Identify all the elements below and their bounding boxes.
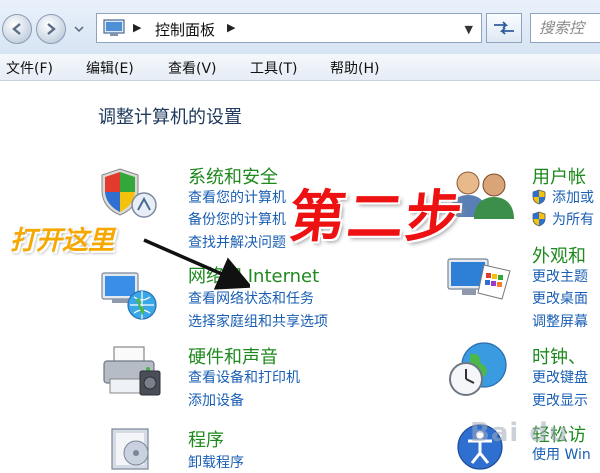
- link-add-user[interactable]: 添加或: [552, 187, 594, 207]
- breadcrumb-separator-icon[interactable]: ▶: [133, 21, 141, 34]
- refresh-button[interactable]: [486, 13, 522, 43]
- link-network-status[interactable]: 查看网络状态和任务: [188, 288, 314, 308]
- link-change-desktop[interactable]: 更改桌面: [532, 288, 588, 308]
- menu-view[interactable]: 查看(V): [168, 58, 217, 78]
- forward-button[interactable]: [36, 14, 66, 44]
- arrow-left-icon: [12, 23, 21, 35]
- control-panel-main: 调整计算机的设置 系统和安全 查看您的计算机 备份您的计算机 查找并解决问题 网…: [0, 81, 600, 473]
- link-adjust-screen[interactable]: 调整屏幕: [532, 311, 588, 331]
- breadcrumb-control-panel[interactable]: 控制面板: [155, 19, 215, 40]
- uac-shield-icon: [532, 189, 546, 205]
- category-user-accounts[interactable]: 用户帐: [532, 163, 586, 189]
- link-all-users[interactable]: 为所有: [552, 209, 594, 229]
- menu-file[interactable]: 文件(F): [6, 58, 53, 78]
- clock-globe-icon[interactable]: [444, 339, 516, 399]
- link-change-theme[interactable]: 更改主题: [532, 266, 588, 286]
- link-homegroup-sharing[interactable]: 选择家庭组和共享选项: [188, 311, 328, 331]
- search-box[interactable]: [530, 13, 600, 43]
- menu-edit[interactable]: 编辑(E): [86, 58, 134, 78]
- category-hardware-sound[interactable]: 硬件和声音: [188, 343, 278, 369]
- link-add-device[interactable]: 添加设备: [188, 390, 244, 410]
- address-dropdown-icon[interactable]: ▼: [465, 23, 473, 36]
- uac-shield-icon: [532, 211, 546, 227]
- category-appearance[interactable]: 外观和: [532, 242, 586, 268]
- address-toolbar: ▶ 控制面板 ▶ ▼: [0, 0, 600, 55]
- link-uninstall-program[interactable]: 卸载程序: [188, 452, 244, 472]
- open-here-annotation: 打开这里: [10, 226, 115, 256]
- link-change-keyboard[interactable]: 更改键盘: [532, 367, 588, 387]
- system-security-shield-icon[interactable]: [100, 165, 160, 221]
- refresh-icon: [494, 21, 514, 35]
- pointer-arrow-icon: [143, 238, 250, 290]
- menu-bar: 文件(F) 编辑(E) 查看(V) 工具(T) 帮助(H): [0, 54, 600, 81]
- control-panel-icon: [103, 19, 125, 36]
- watermark: Bai du: [470, 418, 569, 448]
- menu-tools[interactable]: 工具(T): [250, 58, 297, 78]
- menu-help[interactable]: 帮助(H): [330, 58, 379, 78]
- programs-icon[interactable]: [106, 423, 162, 473]
- step-two-annotation: 第二步: [286, 185, 467, 250]
- back-button[interactable]: [2, 14, 32, 44]
- link-backup-computer[interactable]: 备份您的计算机: [188, 209, 286, 229]
- breadcrumb-separator-icon[interactable]: ▶: [227, 21, 235, 34]
- history-dropdown-icon[interactable]: [74, 24, 84, 34]
- link-change-display[interactable]: 更改显示: [532, 390, 588, 410]
- address-box[interactable]: ▶ 控制面板 ▶ ▼: [96, 13, 482, 43]
- printer-icon[interactable]: [100, 343, 164, 399]
- category-programs[interactable]: 程序: [188, 426, 224, 452]
- arrow-right-icon: [47, 23, 56, 35]
- category-clock-region[interactable]: 时钟、: [532, 343, 586, 369]
- link-view-computer[interactable]: 查看您的计算机: [188, 187, 286, 207]
- appearance-icon[interactable]: [444, 251, 516, 307]
- link-devices-printers[interactable]: 查看设备和打印机: [188, 367, 300, 387]
- category-system-security[interactable]: 系统和安全: [188, 163, 278, 189]
- page-title: 调整计算机的设置: [98, 107, 242, 128]
- search-input[interactable]: [539, 18, 600, 38]
